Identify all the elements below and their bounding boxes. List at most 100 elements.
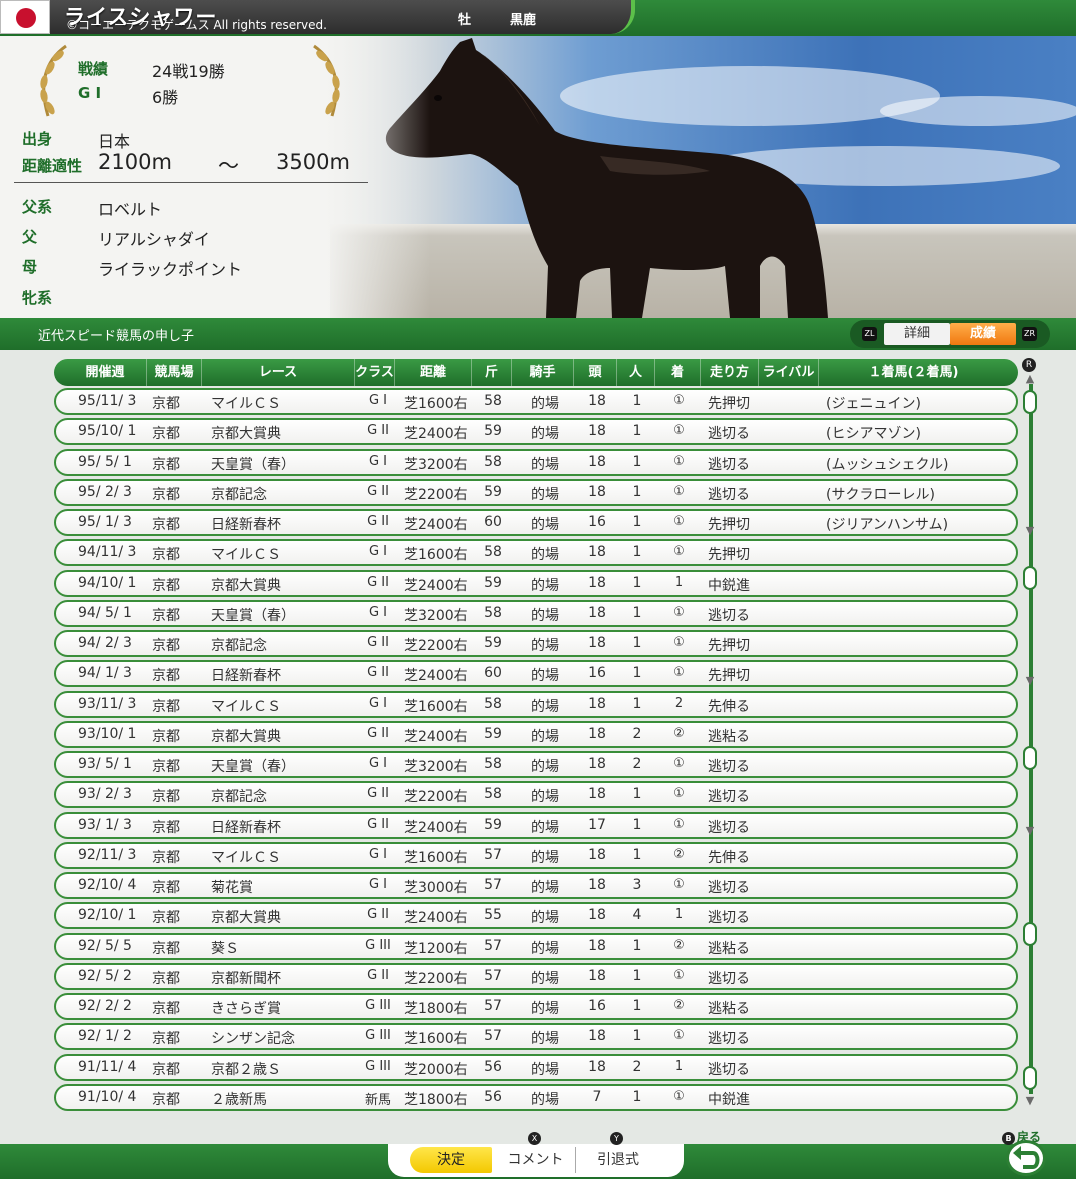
race-popularity: 1	[632, 423, 642, 440]
race-weight: 58	[484, 695, 502, 712]
table-row[interactable]: 94/ 1/ 3 京都 日経新春杯 G II 芝2400右 60 的場 16 1 ① 先押切	[54, 660, 1018, 688]
race-style: 先押切	[708, 638, 750, 654]
ok-button[interactable]: 決定	[410, 1147, 492, 1173]
race-heads: 18	[588, 725, 606, 742]
table-row[interactable]: 94/ 5/ 1 京都 天皇賞（春） G I 芝3200右 58 的場 18 1 ① 逃切る	[54, 599, 1018, 627]
table-row[interactable]: 92/ 5/ 2 京都 京都新聞杯 G II 芝2200右 57 的場 18 1 ① 逃切る	[54, 962, 1018, 990]
japan-flag-icon	[0, 0, 50, 34]
table-row[interactable]: 92/ 1/ 2 京都 シンザン記念 G III 芝1600右 57 的場 18 1 ① 逃切る	[54, 1023, 1018, 1051]
race-popularity: 1	[632, 816, 642, 833]
race-name: 京都記念	[211, 638, 267, 654]
race-date: 92/11/ 3	[78, 846, 137, 863]
race-heads: 18	[588, 967, 606, 984]
race-jockey: 的場	[531, 1001, 559, 1017]
race-course: 京都	[152, 759, 180, 775]
race-finish: 2	[674, 695, 684, 711]
race-class: 新馬	[364, 1092, 391, 1108]
race-weight: 55	[484, 907, 502, 924]
race-name: 天皇賞（春）	[211, 607, 295, 624]
table-row[interactable]: 92/ 5/ 5 京都 葵Ｓ G III 芝1200右 57 的場 18 1 ② 逃粘る	[54, 932, 1018, 960]
race-jockey: 的場	[531, 970, 559, 987]
comment-button[interactable]: コメント	[496, 1147, 576, 1173]
scrollbar-thumb[interactable]	[1023, 390, 1037, 414]
bottom-bar: 決定 コメント X 引退式 Y	[0, 1132, 1076, 1179]
record-label: 戦績	[78, 60, 109, 78]
race-course: 京都	[152, 910, 180, 927]
race-course: 京都	[152, 426, 180, 443]
race-heads: 18	[588, 1028, 606, 1045]
race-jockey: 的場	[531, 607, 559, 624]
table-row[interactable]: 92/10/ 4 京都 菊花賞 G I 芝3000右 57 的場 18 3 ① 逃切る	[54, 872, 1018, 899]
race-finish: ①	[673, 967, 685, 983]
table-row[interactable]: 95/ 2/ 3 京都 京都記念 G II 芝2200右 59 的場 18 1 ① 逃切る (サクラロ…	[54, 478, 1018, 506]
race-date: 94/ 1/ 3	[78, 665, 132, 682]
race-heads: 17	[588, 816, 606, 833]
race-class: G III	[365, 937, 391, 953]
race-popularity: 1	[632, 604, 642, 621]
race-name: 京都新聞杯	[211, 970, 281, 987]
table-row[interactable]: 91/10/ 4 京都 ２歳新馬 新馬 芝1800右 56 的場 7 1 ① 中鋭進	[54, 1083, 1018, 1111]
scroll-marker	[1023, 1066, 1037, 1090]
race-style: 中鋭進	[708, 1091, 750, 1108]
race-style: 逃切る	[708, 789, 750, 806]
race-name: 菊花賞	[211, 880, 253, 896]
back-button[interactable]	[1006, 1140, 1046, 1176]
race-jockey: 的場	[531, 849, 559, 866]
table-row[interactable]: 91/11/ 4 京都 京都２歳Ｓ G III 芝2000右 56 的場 18 2 1 逃切る	[54, 1053, 1018, 1081]
retire-ceremony-button[interactable]: 引退式	[578, 1147, 658, 1173]
scroll-down-icon[interactable]: ▼	[1022, 1094, 1038, 1107]
race-date: 95/ 1/ 3	[78, 514, 132, 530]
race-class: G I	[368, 695, 388, 711]
table-row[interactable]: 95/11/ 3 京都 マイルＣＳ G I 芝1600右 58 的場 18 1 ① 先押切 (ジェニュ…	[54, 388, 1018, 415]
table-row[interactable]: 93/10/ 1 京都 京都大賞典 G II 芝2400右 59 的場 18 2 ② 逃粘る	[54, 720, 1018, 748]
female-line-label: 牝系	[22, 289, 53, 307]
race-style: 逃切る	[708, 910, 750, 927]
tab-detail[interactable]: 詳細	[884, 323, 950, 345]
race-name: 日経新春杯	[211, 819, 281, 836]
scroll-up-icon[interactable]: ▲	[1022, 372, 1038, 385]
race-distance: 芝2400右	[404, 517, 468, 533]
table-row[interactable]: 92/10/ 1 京都 京都大賞典 G II 芝2400右 55 的場 18 4 1 逃切る	[54, 902, 1018, 930]
table-row[interactable]: 95/ 1/ 3 京都 日経新春杯 G II 芝2400右 60 的場 16 1 ① 先押切 (ジリア…	[54, 509, 1018, 536]
race-date: 95/ 2/ 3	[78, 483, 132, 500]
table-row[interactable]: 95/ 5/ 1 京都 天皇賞（春） G I 芝3200右 58 的場 18 1 ① 逃切る (ムッシ…	[54, 448, 1018, 476]
race-jockey: 的場	[531, 456, 559, 473]
race-course: 京都	[152, 1091, 180, 1108]
race-style: 逃切る	[708, 607, 750, 624]
race-class: G I	[368, 846, 388, 862]
race-name: きさらぎ賞	[211, 1001, 281, 1017]
table-row[interactable]: 94/10/ 1 京都 京都大賞典 G II 芝2400右 59 的場 18 1 1 中鋭進	[54, 569, 1018, 597]
race-distance: 芝2200右	[404, 486, 468, 503]
race-course: 京都	[152, 698, 180, 715]
table-row[interactable]: 93/ 1/ 3 京都 日経新春杯 G II 芝2400右 59 的場 17 1 ① 逃切る	[54, 811, 1018, 839]
table-row[interactable]: 95/10/ 1 京都 京都大賞典 G II 芝2400右 59 的場 18 1 ① 逃切る (ヒシア…	[54, 418, 1018, 446]
sire-label: 父	[22, 228, 38, 246]
table-row[interactable]: 92/ 2/ 2 京都 きさらぎ賞 G III 芝1800右 57 的場 16 1 ② 逃粘る	[54, 993, 1018, 1020]
scrollbar-track[interactable]	[1029, 384, 1033, 1094]
g1-value: 6勝	[152, 88, 179, 107]
race-name: 葵Ｓ	[211, 940, 239, 957]
horse-sex: 牡	[458, 13, 472, 28]
table-row[interactable]: 93/11/ 3 京都 マイルＣＳ G I 芝1600右 58 的場 18 1 2 先伸る	[54, 690, 1018, 718]
race-date: 95/10/ 1	[78, 423, 137, 440]
race-finish: ①	[673, 393, 685, 408]
race-class: G II	[367, 665, 389, 681]
race-popularity: 2	[632, 725, 642, 742]
table-row[interactable]: 92/11/ 3 京都 マイルＣＳ G I 芝1600右 57 的場 18 1 ② 先伸る	[54, 841, 1018, 869]
tab-record[interactable]: 成績	[950, 323, 1016, 345]
race-popularity: 1	[632, 544, 642, 561]
race-distance: 芝2400右	[404, 728, 468, 745]
race-name: 日経新春杯	[211, 668, 281, 685]
table-row[interactable]: 94/11/ 3 京都 マイルＣＳ G I 芝1600右 58 的場 18 1 ① 先押切	[54, 539, 1018, 567]
race-distance: 芝1600右	[404, 849, 468, 866]
race-weight: 58	[484, 544, 502, 561]
race-class: G II	[367, 635, 389, 650]
race-date: 92/ 5/ 2	[78, 967, 132, 984]
table-row[interactable]: 93/ 2/ 3 京都 京都記念 G II 芝2200右 58 的場 18 1 ① 逃切る	[54, 781, 1018, 809]
race-style: 逃切る	[708, 1061, 750, 1078]
race-jockey: 的場	[531, 396, 559, 412]
table-row[interactable]: 93/ 5/ 1 京都 天皇賞（春） G I 芝3200右 58 的場 18 2 ① 逃切る	[54, 751, 1018, 778]
race-date: 94/ 5/ 1	[78, 604, 132, 621]
table-row[interactable]: 94/ 2/ 3 京都 京都記念 G II 芝2200右 59 的場 18 1 ① 先押切	[54, 630, 1018, 657]
race-class: G II	[367, 786, 389, 802]
